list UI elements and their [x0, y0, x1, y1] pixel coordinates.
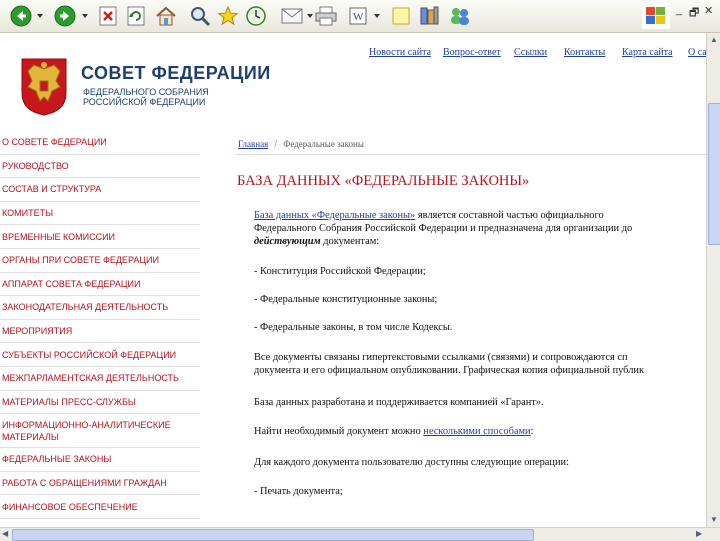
nav-link-sitemap[interactable]: Карта сайта — [622, 47, 673, 58]
history-icon[interactable] — [244, 4, 268, 28]
sidebar-menu: О СОВЕТЕ ФЕДЕРАЦИИ РУКОВОДСТВО СОСТАВ И … — [0, 131, 200, 519]
nav-link-faq[interactable]: Вопрос-ответ — [443, 47, 501, 58]
breadcrumb-current: Федеральные законы — [283, 139, 364, 149]
forward-icon[interactable] — [52, 4, 78, 28]
paragraph-text: является составной частью официального — [415, 210, 604, 221]
vertical-scrollbar[interactable]: ▲ ▼ — [706, 33, 720, 527]
paragraph-links-line1: Все документы связаны гипертекстовыми сс… — [254, 352, 628, 363]
sidebar-item-regions[interactable]: СУБЪЕКТЫ РОССИЙСКОЙ ФЕДЕРАЦИИ — [0, 343, 200, 367]
stop-icon[interactable] — [97, 4, 119, 28]
paragraph-garant: База данных разработана и поддерживается… — [254, 397, 544, 408]
paragraph-find: Найти необходимый документ можно несколь… — [254, 425, 534, 438]
sidebar-item-legislation[interactable]: ЗАКОНОДАТЕЛЬНАЯ ДЕЯТЕЛЬНОСТЬ — [0, 296, 200, 320]
breadcrumb: Главная / Федеральные законы — [238, 139, 364, 149]
sidebar-item-analytics[interactable]: ИНФОРМАЦИОННО-АНАЛИТИЧЕСКИЕ МАТЕРИАЛЫ — [0, 414, 200, 449]
paragraph-intro-line3: действующим документам: — [254, 235, 379, 248]
scroll-down-icon[interactable]: ▼ — [710, 515, 718, 524]
restore-button[interactable]: 🗗 — [689, 4, 699, 23]
sidebar-item-about[interactable]: О СОВЕТЕ ФЕДЕРАЦИИ — [0, 131, 200, 155]
web-page: Новости сайта Вопрос-ответ Ссылки Контак… — [0, 33, 706, 527]
sidebar-item-label: ИНФОРМАЦИОННО-АНАЛИТИЧЕСКИЕ МАТЕРИАЛЫ — [2, 419, 171, 442]
browser-toolbar: W _ 🗗 ✕ — [0, 0, 720, 33]
sidebar-item-finance[interactable]: ФИНАНСОВОЕ ОБЕСПЕЧЕНИЕ — [0, 495, 200, 519]
messenger-icon[interactable] — [447, 4, 473, 28]
sidebar-item-interparliamentary[interactable]: МЕЖПАРЛАМЕНТСКАЯ ДЕЯТЕЛЬНОСТЬ — [0, 367, 200, 391]
windows-logo-icon — [642, 3, 670, 29]
sidebar-item-apparatus[interactable]: АППАРАТ СОВЕТА ФЕДЕРАЦИИ — [0, 273, 200, 297]
paragraph-text: документам: — [320, 236, 380, 247]
refresh-icon[interactable] — [125, 4, 147, 28]
page-title: БАЗА ДАННЫХ «ФЕДЕРАЛЬНЫЕ ЗАКОНЫ» — [237, 173, 530, 189]
back-dropdown-icon[interactable] — [35, 4, 45, 28]
coat-of-arms-logo[interactable] — [20, 57, 68, 117]
breadcrumb-separator: / — [274, 139, 277, 149]
emphasis-text: действующим — [254, 236, 321, 247]
horizontal-scroll-thumb[interactable] — [12, 529, 534, 541]
sidebar-item-structure[interactable]: СОСТАВ И СТРУКТУРА — [0, 178, 200, 202]
nav-link-news[interactable]: Новости сайта — [369, 47, 431, 58]
minimize-button[interactable]: _ — [676, 4, 682, 16]
paragraph-text: Найти необходимый документ можно — [254, 426, 424, 437]
site-subtitle-line2: РОССИЙСКОЙ ФЕДЕРАЦИИ — [83, 97, 206, 107]
paragraph-intro-line1: База данных «Федеральные законы» являетс… — [254, 209, 604, 222]
research-icon[interactable] — [417, 4, 441, 28]
breadcrumb-home-link[interactable]: Главная — [238, 139, 268, 149]
sidebar-item-federal-laws[interactable]: ФЕДЕРАЛЬНЫЕ ЗАКОНЫ — [0, 448, 200, 472]
nav-link-links[interactable]: Ссылки — [514, 47, 547, 58]
sidebar-item-committees[interactable]: КОМИТЕТЫ — [0, 202, 200, 226]
edit-icon[interactable]: W — [346, 4, 372, 28]
list-item: - Печать документа; — [254, 486, 343, 497]
list-item: - Конституция Российской Федерации; — [254, 266, 426, 277]
edit-dropdown-icon[interactable] — [372, 4, 382, 28]
sidebar-item-bodies[interactable]: ОРГАНЫ ПРИ СОВЕТЕ ФЕДЕРАЦИИ — [0, 249, 200, 273]
horizontal-scrollbar[interactable]: ◀ ▶ — [0, 527, 720, 541]
paragraph-text: : — [530, 426, 534, 437]
sidebar-item-leadership[interactable]: РУКОВОДСТВО — [0, 155, 200, 179]
sidebar-item-press[interactable]: МАТЕРИАЛЫ ПРЕСС-СЛУЖБЫ — [0, 391, 200, 415]
search-icon[interactable] — [188, 4, 212, 28]
vertical-scroll-thumb[interactable] — [708, 103, 720, 245]
home-icon[interactable] — [154, 4, 178, 28]
favorites-icon[interactable] — [216, 4, 240, 28]
print-icon[interactable] — [313, 4, 339, 28]
notes-icon[interactable] — [390, 4, 412, 28]
sidebar-item-commissions[interactable]: ВРЕМЕННЫЕ КОМИССИИ — [0, 225, 200, 249]
list-item: - Федеральные законы, в том числе Кодекс… — [254, 322, 453, 333]
site-title: СОВЕТ ФЕДЕРАЦИИ — [81, 63, 271, 83]
mail-icon[interactable] — [280, 4, 306, 28]
search-methods-link[interactable]: несколькими способами — [423, 426, 530, 437]
paragraph-intro-line2: Федерального Собрания Российской Федерац… — [254, 223, 633, 234]
back-icon[interactable] — [8, 4, 34, 28]
nav-link-contacts[interactable]: Контакты — [564, 47, 605, 58]
nav-link-about[interactable]: О сай — [688, 47, 706, 58]
sidebar-item-events[interactable]: МЕРОПРИЯТИЯ — [0, 320, 200, 344]
list-item: - Федеральные конституционные законы; — [254, 294, 438, 305]
scroll-up-icon[interactable]: ▲ — [710, 35, 718, 44]
scroll-right-icon[interactable]: ▶ — [696, 529, 702, 538]
paragraph-operations: Для каждого документа пользователю досту… — [254, 457, 569, 468]
paragraph-links-line2: документа и его официальном опубликовани… — [254, 365, 645, 376]
database-link[interactable]: База данных «Федеральные законы» — [254, 210, 415, 221]
close-button[interactable]: ✕ — [704, 4, 713, 17]
svg-text:W: W — [353, 11, 364, 23]
sidebar-item-appeals[interactable]: РАБОТА С ОБРАЩЕНИЯМИ ГРАЖДАН — [0, 472, 200, 496]
scroll-left-icon[interactable]: ◀ — [2, 529, 8, 538]
site-subtitle-line1: ФЕДЕРАЛЬНОГО СОБРАНИЯ — [83, 87, 209, 97]
forward-dropdown-icon[interactable] — [80, 4, 90, 28]
divider — [236, 154, 706, 155]
